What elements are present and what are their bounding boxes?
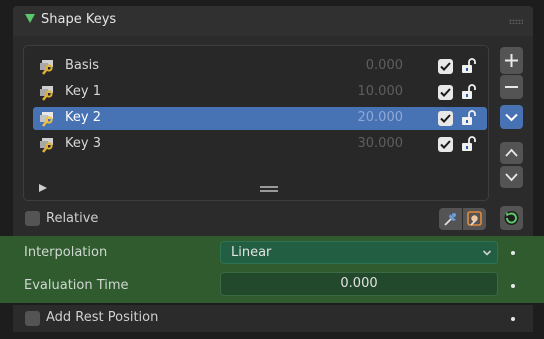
shape-key-row[interactable]: Key 2 20.000 <box>33 107 487 130</box>
panel-title: Shape Keys <box>41 12 117 27</box>
shape-key-value[interactable]: 30.000 <box>323 136 404 151</box>
triangle-up-icon <box>505 148 518 157</box>
edit-mode-button[interactable] <box>463 208 486 230</box>
mute-checkbox[interactable] <box>438 137 453 152</box>
shape-key-row[interactable]: Basis 0.000 <box>33 55 487 78</box>
shape-key-name: Key 1 <box>65 84 101 99</box>
triangle-down-icon <box>505 173 518 182</box>
lock-icon[interactable] <box>460 135 478 153</box>
shape-key-name: Key 3 <box>65 136 101 151</box>
pin-icon <box>444 213 456 226</box>
chevron-down-icon <box>505 113 518 122</box>
add-rest-position-checkbox[interactable] <box>25 311 40 326</box>
reset-shape-keys-button[interactable] <box>500 206 523 230</box>
move-down-button[interactable] <box>500 166 523 188</box>
interpolation-label: Interpolation <box>24 245 108 260</box>
remove-shape-key-button[interactable] <box>500 75 523 99</box>
shape-key-pin-button[interactable] <box>439 208 462 230</box>
chevron-down-icon <box>482 250 492 256</box>
shape-key-value[interactable]: 0.000 <box>323 58 403 73</box>
keyframe-decorator-dot[interactable] <box>511 251 515 255</box>
mute-checkbox[interactable] <box>438 85 453 100</box>
lock-icon[interactable] <box>460 109 478 127</box>
shape-keys-panel: Shape Keys Basis 0.000 Key 1 10.000 Key … <box>0 0 544 339</box>
shape-key-icon <box>40 60 53 75</box>
collapse-triangle-icon[interactable] <box>25 14 35 23</box>
minus-icon <box>505 86 518 88</box>
interpolation-value: Linear <box>231 245 272 260</box>
keyframe-decorator-dot[interactable] <box>511 284 515 288</box>
mute-checkbox[interactable] <box>438 59 453 74</box>
filter-options-triangle-icon[interactable] <box>39 184 47 192</box>
shape-key-icon <box>40 112 53 127</box>
lock-icon[interactable] <box>460 57 478 75</box>
shape-key-name: Basis <box>65 58 100 73</box>
shape-key-value[interactable]: 20.000 <box>323 110 404 125</box>
relative-label: Relative <box>46 211 99 226</box>
shape-key-name: Key 2 <box>65 110 101 125</box>
list-resize-grip-icon[interactable] <box>260 186 278 192</box>
evaluation-time-field[interactable]: 0.000 <box>220 272 498 296</box>
add-shape-key-button[interactable] <box>500 47 523 74</box>
evaluation-time-label: Evaluation Time <box>24 278 129 293</box>
shape-key-row[interactable]: Key 1 10.000 <box>33 81 487 104</box>
relative-checkbox[interactable] <box>25 211 40 226</box>
shape-key-value[interactable]: 10.000 <box>323 84 404 99</box>
evaluation-time-value: 0.000 <box>340 276 378 291</box>
mute-checkbox[interactable] <box>438 111 453 126</box>
refresh-icon <box>504 211 519 225</box>
add-rest-position-label: Add Rest Position <box>46 310 159 325</box>
lock-icon[interactable] <box>460 83 478 101</box>
shape-key-icon <box>40 86 53 101</box>
panel-header[interactable]: Shape Keys <box>13 6 533 36</box>
interpolation-dropdown[interactable]: Linear <box>220 241 498 264</box>
shape-key-row[interactable]: Key 3 30.000 <box>33 133 487 156</box>
drag-handle-icon[interactable] <box>509 19 523 24</box>
plus-icon <box>505 54 518 67</box>
shape-key-icon <box>40 138 53 153</box>
move-up-button[interactable] <box>500 142 523 164</box>
specials-menu-button[interactable] <box>500 105 523 129</box>
edit-mode-icon <box>467 211 482 226</box>
shape-key-list: Basis 0.000 Key 1 10.000 Key 2 20.000 Ke… <box>23 45 489 201</box>
keyframe-decorator-dot[interactable] <box>511 317 515 321</box>
